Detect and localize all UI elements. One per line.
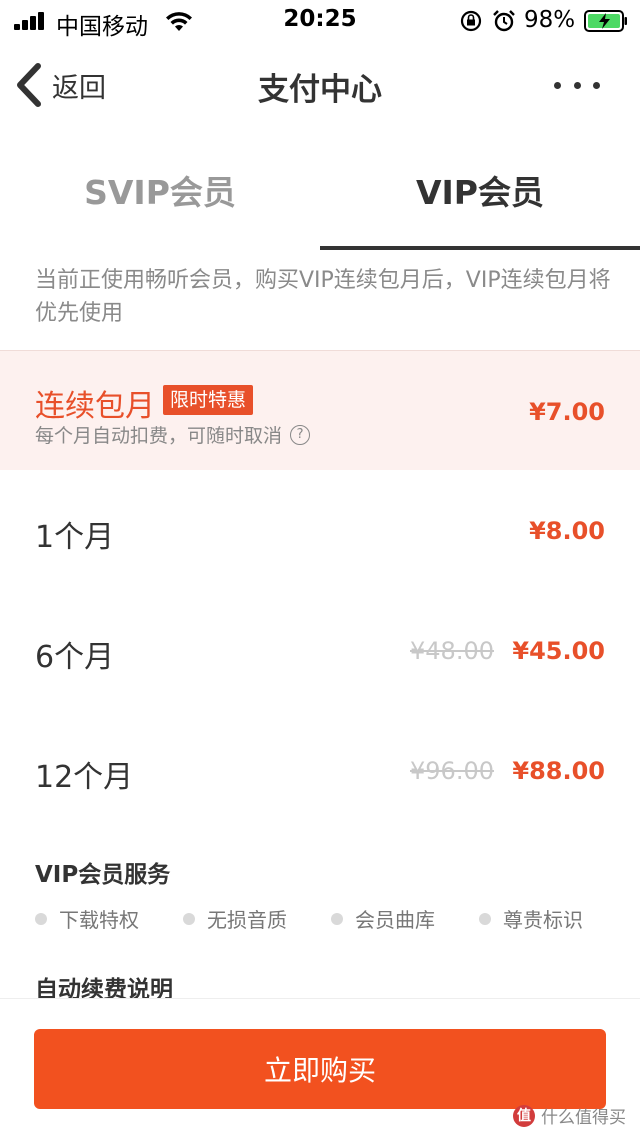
battery-charging-icon (584, 10, 627, 32)
original-price: ¥96.00 (410, 757, 494, 785)
back-button[interactable]: 返回 (14, 62, 106, 108)
service-item: 会员曲库 (331, 904, 435, 933)
chevron-left-icon (17, 63, 41, 107)
service-label: 下载特权 (59, 908, 139, 932)
smzdm-logo-icon: 值 (513, 1104, 535, 1127)
membership-notice: 当前正使用畅听会员，购买VIP连续包月后，VIP连续包月将优先使用 (35, 268, 611, 326)
package-price: ¥8.00 (529, 517, 605, 545)
watermark-text: 什么值得买 (541, 1108, 626, 1128)
package-title: 6个月 (35, 640, 115, 675)
services-title: VIP会员服务 (35, 862, 171, 888)
service-label: 无损音质 (207, 908, 287, 932)
package-6-month[interactable]: 6个月 ¥48.00 ¥45.00 (0, 590, 640, 710)
status-bar: 中国移动 20:25 98% (0, 0, 640, 40)
watermark: 值 什么值得买 (513, 1103, 626, 1128)
back-label: 返回 (52, 72, 106, 104)
package-subtitle-text: 每个月自动扣费，可随时取消 (35, 425, 283, 447)
rotation-lock-icon (460, 10, 482, 32)
help-icon[interactable]: ? (290, 424, 311, 445)
service-item: 尊贵标识 (479, 904, 583, 933)
service-label: 尊贵标识 (503, 908, 583, 932)
nav-bar: 返回 支付中心 (0, 40, 640, 130)
package-12-month[interactable]: 12个月 ¥96.00 ¥88.00 (0, 710, 640, 830)
service-item: 下载特权 (35, 904, 139, 933)
more-dot-icon (593, 81, 600, 89)
service-item: 无损音质 (183, 904, 287, 933)
package-title: 12个月 (35, 760, 134, 795)
bullet-icon (479, 912, 491, 925)
services-list: 下载特权 无损音质 会员曲库 尊贵标识 (35, 904, 615, 934)
tab-svip[interactable]: SVIP会员 (0, 130, 320, 250)
package-price: ¥88.00 (512, 757, 605, 785)
bullet-icon (183, 912, 195, 925)
package-title: 连续包月 (35, 389, 155, 424)
more-button[interactable] (554, 70, 600, 100)
bullet-icon (331, 912, 343, 925)
membership-tabs: SVIP会员 VIP会员 (0, 130, 640, 250)
package-auto-monthly[interactable]: 连续包月 限时特惠 每个月自动扣费，可随时取消 ? ¥7.00 (0, 350, 640, 470)
battery-percent: 98% (524, 7, 576, 33)
service-label: 会员曲库 (355, 908, 435, 932)
package-1-month[interactable]: 1个月 ¥8.00 (0, 470, 640, 590)
buy-now-button[interactable]: 立即购买 (34, 1029, 606, 1109)
package-subtitle: 每个月自动扣费，可随时取消 ? (35, 421, 311, 448)
promo-badge: 限时特惠 (163, 385, 254, 415)
package-price: ¥7.00 (529, 398, 605, 426)
alarm-icon (493, 10, 515, 32)
more-dot-icon (573, 81, 581, 89)
original-price: ¥48.00 (410, 637, 494, 665)
package-title: 1个月 (35, 520, 115, 555)
tab-vip[interactable]: VIP会员 (320, 130, 640, 250)
bottom-bar: 立即购买 值 什么值得买 (0, 998, 640, 1136)
bullet-icon (35, 912, 47, 925)
more-dot-icon (554, 81, 561, 89)
package-price: ¥45.00 (512, 637, 605, 665)
